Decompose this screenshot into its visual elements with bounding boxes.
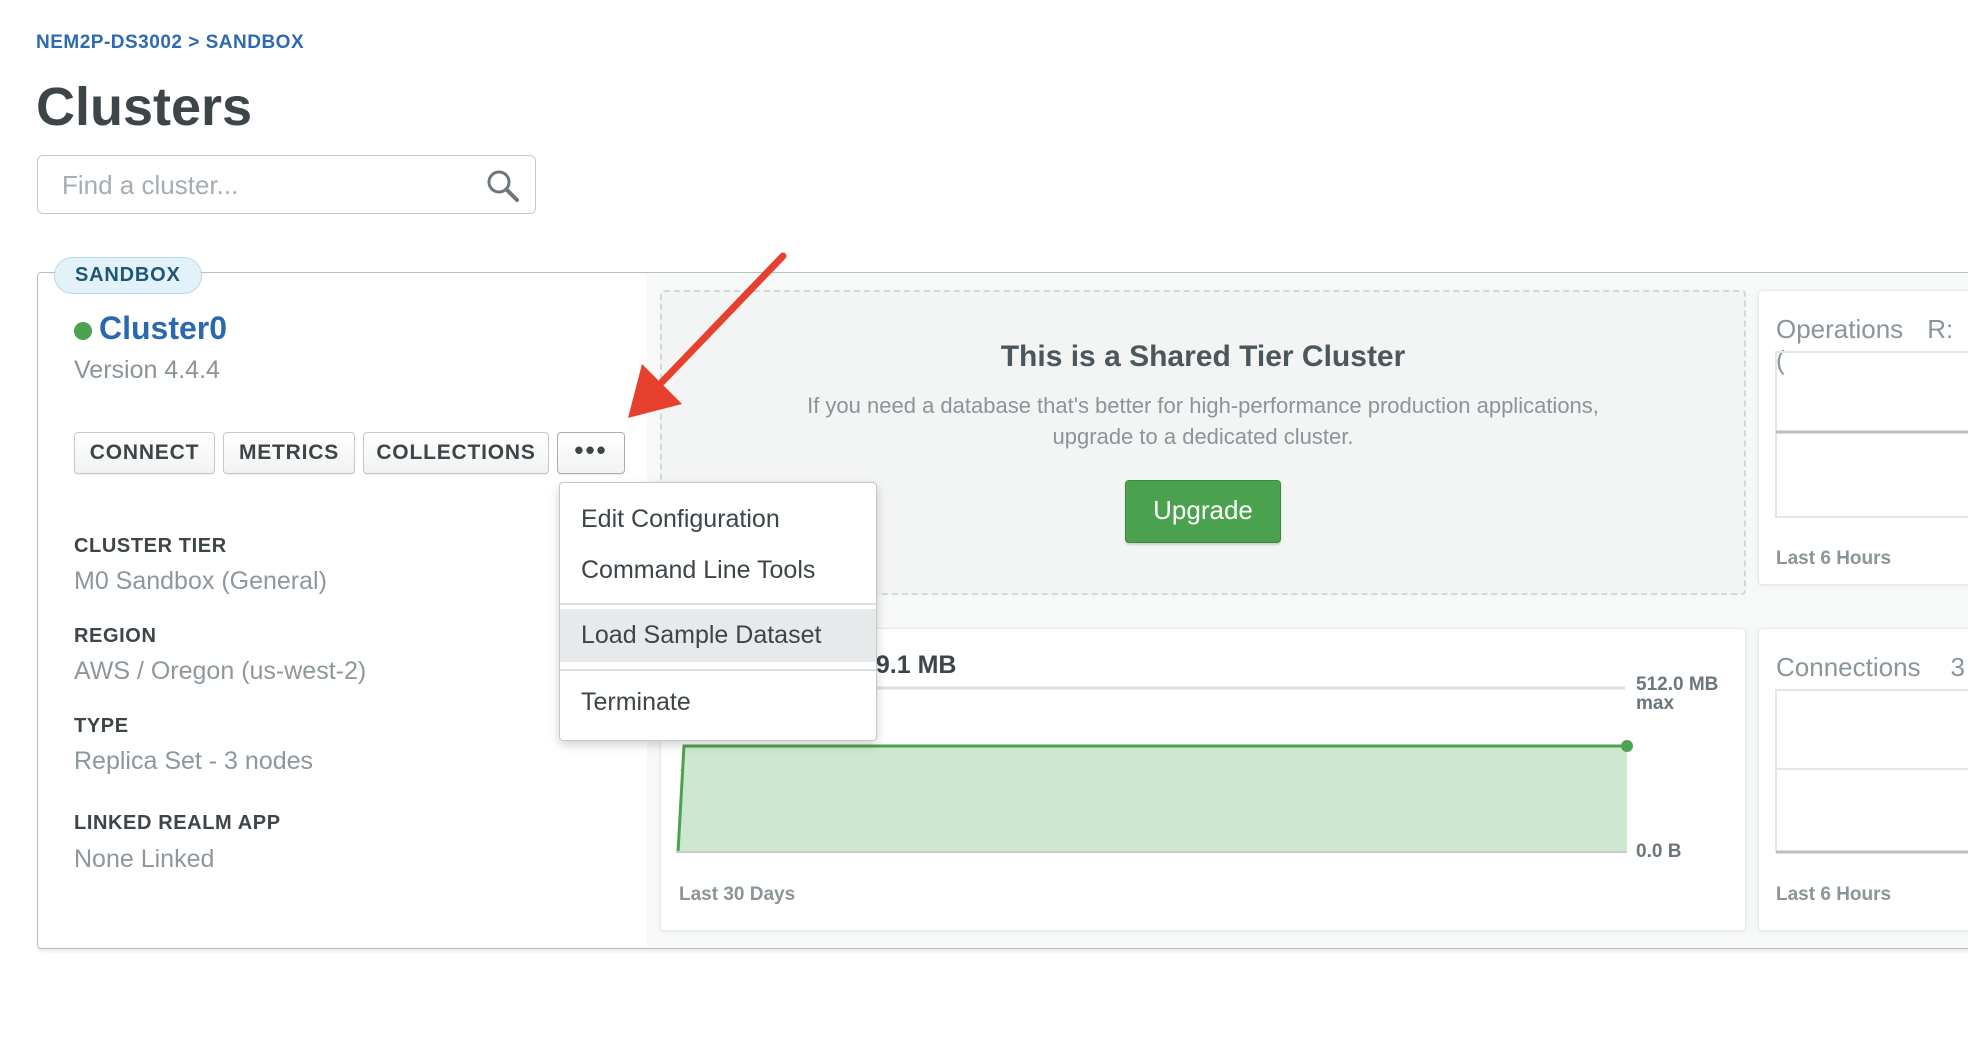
menu-item-edit-configuration[interactable]: Edit Configuration: [560, 498, 876, 540]
storage-latest-point: [1621, 740, 1633, 752]
menu-divider: [560, 603, 876, 605]
storage-area-fill: [678, 746, 1627, 852]
menu-divider: [560, 669, 876, 671]
cluster-options-menu: Edit Configuration Command Line Tools Lo…: [559, 482, 877, 741]
connections-chart-frame: [1775, 689, 1968, 853]
operations-chart-frame: [1775, 351, 1968, 518]
chart-graphics: [628, 252, 1968, 854]
menu-item-load-sample-dataset[interactable]: Load Sample Dataset: [560, 609, 876, 662]
menu-item-terminate[interactable]: Terminate: [560, 681, 876, 723]
menu-item-command-line-tools[interactable]: Command Line Tools: [560, 549, 876, 591]
annotation-arrow-shaft: [658, 252, 787, 386]
